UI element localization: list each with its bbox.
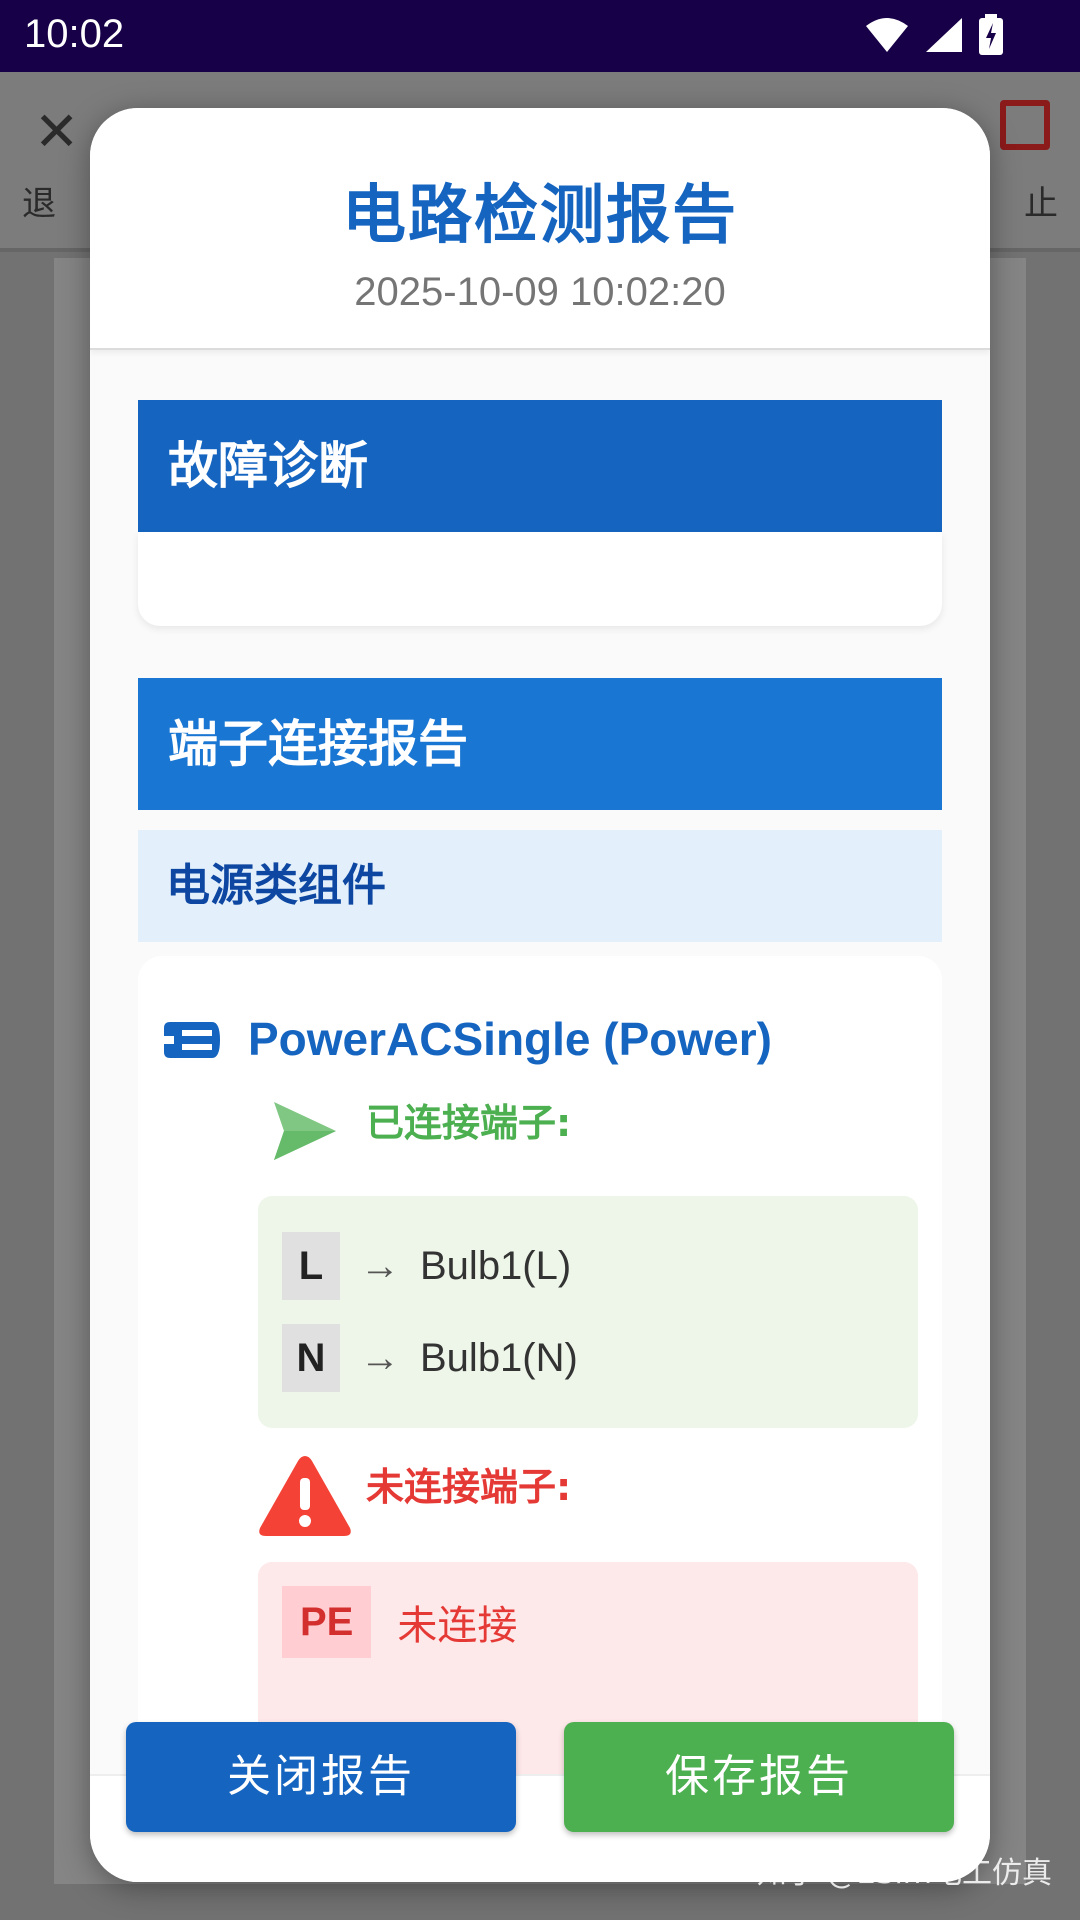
close-icon: ✕ (34, 100, 80, 163)
arrow-right-icon: → (360, 1335, 400, 1380)
unconnected-terminals-label: 未连接端子: (366, 1465, 572, 1509)
component-name: PowerACSingle (Power) (248, 1013, 772, 1065)
close-report-button[interactable]: 关闭报告 (126, 1722, 516, 1832)
arrow-right-icon: → (360, 1243, 400, 1288)
status-time: 10:02 (24, 12, 125, 56)
connected-terminals-list: L → Bulb1(L) N → Bulb1(N) (258, 1196, 918, 1428)
exit-label: 退 (22, 184, 56, 224)
terminal-badge: PE (282, 1586, 372, 1658)
send-arrow-icon (272, 1100, 338, 1166)
cellular-signal-icon (926, 18, 962, 52)
stop-icon (1000, 100, 1050, 150)
report-timestamp: 2025-10-09 10:02:20 (354, 270, 726, 314)
list-item: N → Bulb1(N) (282, 1324, 578, 1392)
list-item: L → Bulb1(L) (282, 1232, 571, 1300)
warning-icon (256, 1452, 354, 1544)
watermark: 知乎 @ESim电工仿真 (756, 1856, 1052, 1891)
terminal-badge: N (282, 1324, 340, 1392)
terminal-status: 未连接 (397, 1603, 518, 1649)
component-card: PowerACSingle (Power) 已连接端子: L → Bulb1(L… (138, 956, 942, 1774)
list-item: PE 未连接 (282, 1586, 517, 1658)
terminal-target: Bulb1(N) (420, 1335, 578, 1380)
report-dialog: 电路检测报告 2025-10-09 10:02:20 故障诊断 端子连接报告 电… (90, 108, 990, 1882)
save-report-button[interactable]: 保存报告 (564, 1722, 954, 1832)
battery-charging-icon (979, 14, 1003, 55)
component-group-header: 电源类组件 (138, 830, 942, 942)
power-plug-icon (162, 1018, 222, 1066)
wifi-icon (866, 18, 908, 52)
stop-label: 止 (1024, 184, 1058, 224)
diagnosis-section-header: 故障诊断 (138, 400, 942, 532)
diagnosis-content (138, 532, 942, 626)
status-bar: 10:02 (0, 0, 1080, 72)
terminal-badge: L (282, 1232, 340, 1300)
terminal-section-header: 端子连接报告 (138, 678, 942, 810)
report-body[interactable]: 故障诊断 端子连接报告 电源类组件 PowerACSingle (Power) … (90, 352, 990, 1774)
connected-terminals-label: 已连接端子: (366, 1101, 572, 1145)
report-title: 电路检测报告 (342, 179, 738, 253)
report-header: 电路检测报告 2025-10-09 10:02:20 (90, 108, 990, 350)
terminal-target: Bulb1(L) (420, 1243, 572, 1288)
system-icons (864, 14, 1004, 56)
